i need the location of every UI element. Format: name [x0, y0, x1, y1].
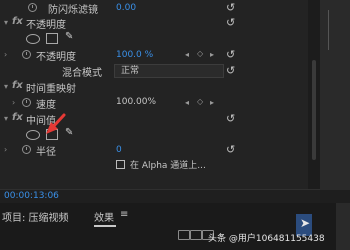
- new-bin-icon[interactable]: [178, 230, 190, 240]
- reset-icon[interactable]: ↺: [226, 113, 236, 124]
- opacity-section-row[interactable]: ▾ fx 不透明度 ↺: [0, 15, 320, 31]
- radius-row: › 半径 0 ↺: [0, 142, 320, 158]
- new-item-icon[interactable]: [190, 230, 202, 240]
- vertical-scrollbar[interactable]: [308, 0, 320, 189]
- blend-mode-label: 混合模式: [62, 68, 102, 79]
- blend-mode-value: 正常: [121, 66, 140, 76]
- divider: [328, 10, 333, 50]
- prev-keyframe-icon[interactable]: ◂: [185, 98, 189, 107]
- timecode[interactable]: 00:00:13:06: [4, 191, 59, 201]
- alpha-checkbox[interactable]: [116, 160, 125, 169]
- expand-arrow-icon[interactable]: ›: [4, 49, 12, 61]
- opacity-label: 不透明度: [36, 52, 76, 63]
- add-keyframe-icon[interactable]: ◇: [197, 49, 203, 58]
- next-keyframe-icon[interactable]: ▸: [210, 50, 214, 59]
- fx-icon[interactable]: fx: [12, 16, 23, 27]
- radius-value[interactable]: 0: [116, 145, 122, 155]
- radius-label: 半径: [36, 147, 56, 158]
- stopwatch-icon[interactable]: [22, 50, 31, 59]
- add-keyframe-icon[interactable]: ◇: [197, 97, 203, 106]
- time-remap-section-row[interactable]: ▾ fx 时间重映射: [0, 79, 320, 95]
- effect-controls-panel: 防闪烁滤镜 0.00 ↺ ▾ fx 不透明度 ↺ ✎ › 不透明度 100.0 …: [0, 0, 320, 189]
- mask-tools-row: ✎: [0, 31, 320, 47]
- collapse-arrow-icon[interactable]: ▾: [4, 113, 12, 125]
- mask-tools-row: ✎: [0, 127, 320, 143]
- ellipse-mask-icon[interactable]: [26, 130, 40, 140]
- scrollbar-thumb[interactable]: [312, 60, 316, 160]
- tab-effects[interactable]: 效果: [94, 209, 114, 224]
- fx-icon[interactable]: fx: [12, 80, 23, 91]
- watermark: 头条 @用户106481155438: [208, 234, 325, 244]
- rectangle-mask-icon[interactable]: [46, 33, 58, 44]
- opacity-value[interactable]: 100.0 %: [116, 50, 153, 60]
- expand-arrow-icon[interactable]: ›: [12, 97, 20, 109]
- reset-icon[interactable]: ↺: [226, 49, 236, 60]
- reset-icon[interactable]: ↺: [226, 2, 236, 13]
- tab-project[interactable]: 项目: 压缩视频: [2, 209, 69, 224]
- middle-section-row[interactable]: ▾ fx 中间值 ↺: [0, 111, 320, 127]
- stopwatch-icon[interactable]: [22, 145, 31, 154]
- flicker-value[interactable]: 0.00: [116, 3, 136, 13]
- active-tab-indicator: [94, 225, 116, 227]
- opacity-section-label: 不透明度: [26, 20, 66, 31]
- ellipse-mask-icon[interactable]: [26, 34, 40, 44]
- alpha-label: 在 Alpha 通道上...: [130, 161, 206, 171]
- collapse-arrow-icon[interactable]: ▾: [4, 81, 12, 93]
- expand-arrow-icon[interactable]: ›: [4, 144, 12, 156]
- blend-mode-row: 混合模式 正常 ↺: [0, 63, 320, 79]
- pen-mask-icon[interactable]: ✎: [65, 127, 73, 138]
- speed-row: › 速度 100.00% ◂ ◇ ▸: [0, 95, 320, 111]
- prev-keyframe-icon[interactable]: ◂: [185, 50, 189, 59]
- pen-mask-icon[interactable]: ✎: [65, 31, 73, 42]
- collapse-arrow-icon[interactable]: ▾: [4, 17, 12, 29]
- timecode-bar: 00:00:13:06: [0, 189, 320, 204]
- opacity-row: › 不透明度 100.0 % ◂ ◇ ▸ ↺: [0, 47, 320, 63]
- speed-label: 速度: [36, 100, 56, 111]
- time-remap-section-label: 时间重映射: [26, 84, 76, 95]
- reset-icon[interactable]: ↺: [226, 17, 236, 28]
- flicker-row: 防闪烁滤镜 0.00 ↺: [0, 0, 320, 16]
- flicker-label: 防闪烁滤镜: [48, 5, 98, 16]
- panel-menu-icon[interactable]: ≡: [120, 209, 128, 220]
- fx-icon[interactable]: fx: [12, 112, 23, 123]
- next-keyframe-icon[interactable]: ▸: [210, 98, 214, 107]
- middle-section-label: 中间值: [26, 116, 56, 127]
- speed-value: 100.00%: [116, 97, 157, 107]
- selection-tool-icon: ➤: [300, 216, 311, 230]
- rectangle-mask-icon[interactable]: [46, 129, 58, 140]
- alpha-row: 在 Alpha 通道上...: [0, 157, 320, 173]
- reset-icon[interactable]: ↺: [226, 144, 236, 155]
- tools-panel-edge: [336, 203, 350, 250]
- reset-icon[interactable]: ↺: [226, 65, 236, 76]
- stopwatch-icon[interactable]: [28, 3, 37, 12]
- timeline-strip: [320, 0, 350, 190]
- blend-mode-select[interactable]: 正常: [114, 64, 224, 78]
- stopwatch-icon[interactable]: [22, 98, 31, 107]
